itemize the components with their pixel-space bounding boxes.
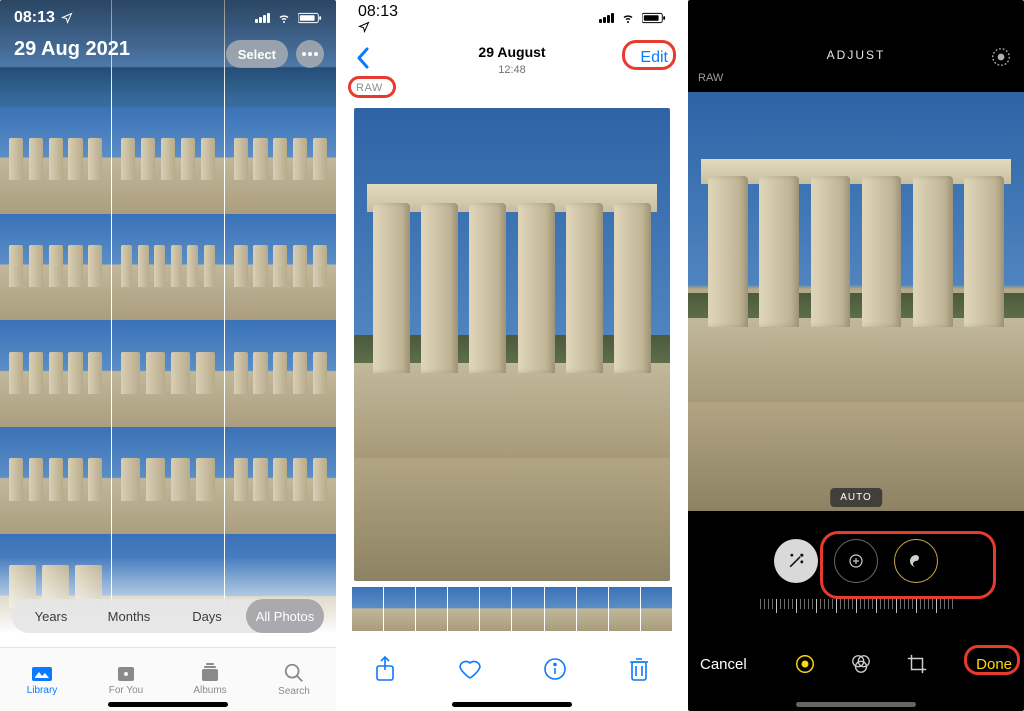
photo-thumbnail[interactable] xyxy=(0,427,111,538)
nav-title: 29 August 12:48 xyxy=(344,44,680,76)
dial-exposure[interactable] xyxy=(834,539,878,583)
tab-search[interactable]: Search xyxy=(252,648,336,711)
segment-months[interactable]: Months xyxy=(90,599,168,633)
tab-label: Library xyxy=(27,685,58,696)
yin-yang-icon xyxy=(907,552,925,570)
library-icon xyxy=(30,663,54,683)
photo-thumbnail[interactable] xyxy=(225,107,336,218)
tab-label: Search xyxy=(278,686,310,697)
share-icon xyxy=(374,656,396,682)
for-you-icon xyxy=(115,663,137,683)
photo-viewport[interactable] xyxy=(354,108,670,581)
photo-thumbnail[interactable] xyxy=(225,427,336,538)
photos-grid-screen: 08:13 29 Aug 2021 Select Years Months Da… xyxy=(0,0,336,711)
photo-edit-screen: ADJUST RAW AUTO Cancel xyxy=(688,0,1024,711)
cellular-signal-icon xyxy=(599,13,614,23)
share-button[interactable] xyxy=(374,656,396,682)
exposure-icon xyxy=(847,552,865,570)
select-button[interactable]: Select xyxy=(226,40,288,68)
search-icon xyxy=(283,662,305,684)
edit-mode-title: ADJUST xyxy=(827,48,886,62)
photo-thumbnail[interactable] xyxy=(112,320,223,431)
edit-photo-viewport[interactable] xyxy=(688,92,1024,511)
live-photo-icon xyxy=(990,46,1012,68)
photo-thumbnail[interactable] xyxy=(0,214,111,325)
ellipsis-icon xyxy=(302,52,318,56)
nav-bar: 29 August 12:48 Edit xyxy=(344,36,680,80)
trash-icon xyxy=(628,656,650,682)
edit-tab-adjust[interactable] xyxy=(794,653,816,675)
delete-button[interactable] xyxy=(628,656,650,682)
tab-library[interactable]: Library xyxy=(0,648,84,711)
segment-all-photos[interactable]: All Photos xyxy=(246,599,324,633)
photo-thumbnail[interactable] xyxy=(112,107,223,218)
tab-label: For You xyxy=(109,685,143,696)
more-options-button[interactable] xyxy=(296,40,324,68)
favorite-button[interactable] xyxy=(457,657,483,681)
info-icon xyxy=(543,657,567,681)
home-indicator[interactable] xyxy=(452,702,572,707)
photo-detail-screen: 08:13 29 August 12:48 Edit RAW xyxy=(344,0,680,711)
photo-thumbnail[interactable] xyxy=(225,320,336,431)
thumbnail-strip[interactable] xyxy=(352,587,672,631)
done-button[interactable]: Done xyxy=(976,656,1012,673)
segment-years[interactable]: Years xyxy=(12,599,90,633)
battery-icon xyxy=(298,12,322,24)
status-time: 08:13 xyxy=(358,3,398,20)
wifi-icon xyxy=(620,12,636,24)
magic-wand-icon xyxy=(786,551,806,571)
photo-thumbnail[interactable] xyxy=(225,214,336,325)
photo-toolbar xyxy=(344,641,680,697)
cancel-button[interactable]: Cancel xyxy=(700,656,747,673)
location-arrow-icon xyxy=(358,21,370,33)
status-time: 08:13 xyxy=(14,9,55,27)
raw-badge: RAW xyxy=(356,82,383,94)
adjustment-dials xyxy=(688,529,1024,593)
edit-tab-filters[interactable] xyxy=(850,653,872,675)
heart-icon xyxy=(457,657,483,681)
crop-icon xyxy=(906,653,928,675)
live-photo-toggle[interactable] xyxy=(990,46,1012,68)
photo-thumbnail[interactable] xyxy=(0,107,111,218)
nav-subtitle: 12:48 xyxy=(498,64,526,76)
wifi-icon xyxy=(276,12,292,24)
edit-bottom-bar: Cancel Done xyxy=(688,629,1024,699)
adjust-icon xyxy=(794,653,816,675)
albums-icon xyxy=(198,663,222,683)
filters-icon xyxy=(850,653,872,675)
dial-brilliance[interactable] xyxy=(894,539,938,583)
photo-thumbnail[interactable] xyxy=(112,214,223,325)
adjustment-slider[interactable] xyxy=(688,595,1024,617)
edit-header: ADJUST xyxy=(688,0,1024,70)
info-button[interactable] xyxy=(543,657,567,681)
status-bar: 08:13 xyxy=(344,0,680,36)
view-segment-control: Years Months Days All Photos xyxy=(12,599,324,633)
location-arrow-icon xyxy=(61,12,73,24)
cellular-signal-icon xyxy=(255,13,270,23)
auto-adjust-label: AUTO xyxy=(830,488,882,507)
status-bar: 08:13 xyxy=(0,0,336,36)
raw-badge: RAW xyxy=(698,72,723,84)
dial-auto[interactable] xyxy=(774,539,818,583)
tab-label: Albums xyxy=(193,685,226,696)
grid-date-title: 29 Aug 2021 xyxy=(14,38,130,61)
edit-tab-crop[interactable] xyxy=(906,653,928,675)
home-indicator[interactable] xyxy=(796,702,916,707)
photo-thumbnail[interactable] xyxy=(112,427,223,538)
home-indicator[interactable] xyxy=(108,702,228,707)
segment-days[interactable]: Days xyxy=(168,599,246,633)
photo-thumbnail[interactable] xyxy=(0,320,111,431)
battery-icon xyxy=(642,12,666,24)
